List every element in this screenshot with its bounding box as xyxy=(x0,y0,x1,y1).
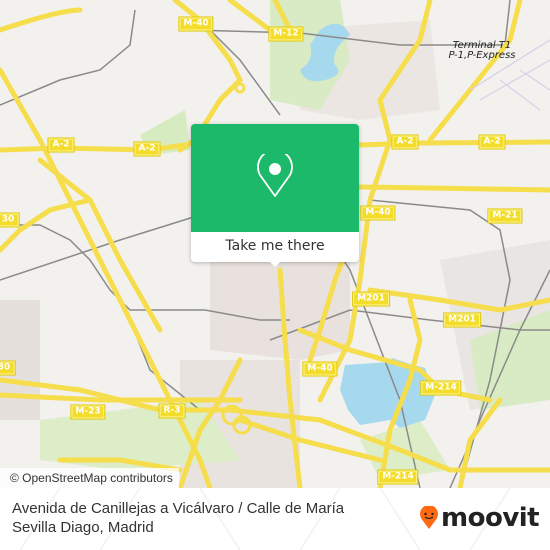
road-shield-m30: 30 xyxy=(0,212,20,228)
road-shield-m21: M-21 xyxy=(487,208,523,224)
poi-line-2: P-1,P-Express xyxy=(448,50,516,61)
popup-pointer xyxy=(268,260,282,267)
address-text: Avenida de Canillejas a Vicálvaro / Call… xyxy=(12,500,345,536)
road-shield-m201: M201 xyxy=(443,312,481,328)
road-shield-a2: A-2 xyxy=(47,137,75,153)
road-shield-a2: A-2 xyxy=(133,141,161,157)
urban-area xyxy=(0,300,40,420)
destination-popup: Take me there xyxy=(191,124,359,267)
road-shield-m40: M-40 xyxy=(360,205,396,221)
poi-terminal-label: Terminal T1 P-1,P-Express xyxy=(449,41,516,61)
moovit-pin-icon xyxy=(420,506,438,529)
take-me-there-button[interactable]: Take me there xyxy=(191,232,359,262)
road-shield-m23: M-23 xyxy=(70,404,106,420)
road-shield-m12: M-12 xyxy=(268,26,304,42)
map-pin-icon xyxy=(257,154,293,197)
road-shield-a2: A-2 xyxy=(478,134,506,150)
road-shield-a2: A-2 xyxy=(391,134,419,150)
moovit-wordmark: moovit xyxy=(441,503,540,533)
road-shield-m201: M201 xyxy=(352,291,390,307)
road-shield-m40: M-40 xyxy=(302,361,338,377)
map-attribution[interactable]: © OpenStreetMap contributors xyxy=(0,468,179,488)
road-shield-m214: M-214 xyxy=(377,469,419,485)
popup-header xyxy=(191,124,359,232)
road-shield-m30: 30 xyxy=(0,360,16,376)
moovit-logo[interactable]: moovit xyxy=(419,503,540,533)
road-shield-m40: M-40 xyxy=(178,16,214,32)
road-shield-m214: M-214 xyxy=(420,380,462,396)
road-shield-r3: R-3 xyxy=(158,403,186,419)
